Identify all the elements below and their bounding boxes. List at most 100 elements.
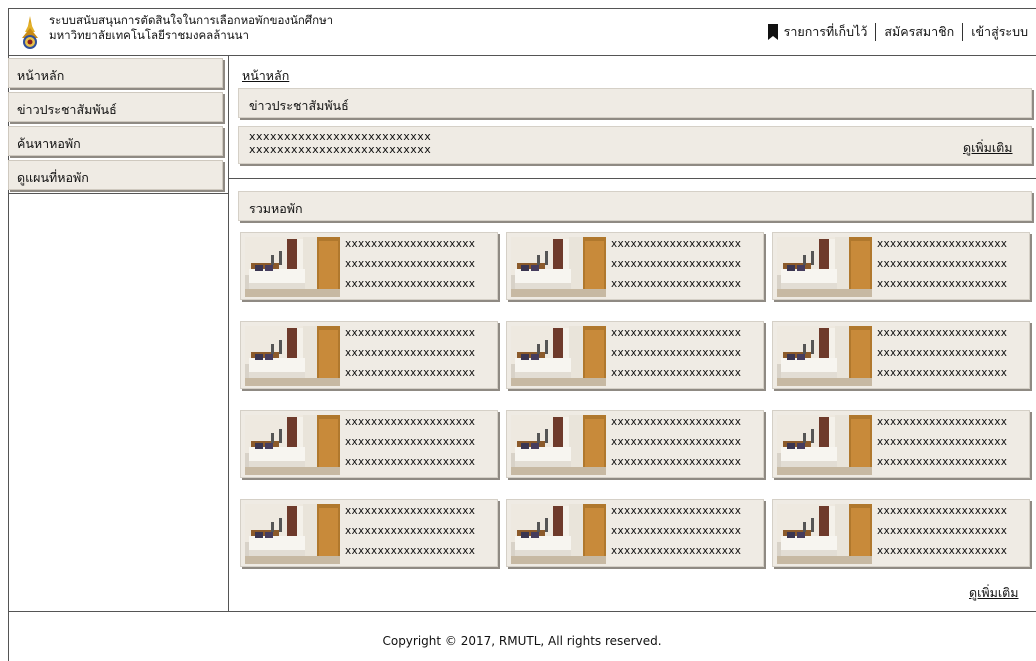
dorm-card-line: xxxxxxxxxxxxxxxxxxxx [611,545,742,557]
bedroom-photo-icon [245,415,340,475]
dorm-card-line: xxxxxxxxxxxxxxxxxxxx [877,545,1008,557]
sidebar-item-search[interactable]: ค้นหาหอพัก [8,126,223,156]
bedroom-photo-icon [511,326,606,386]
site-title: ระบบสนับสนุนการตัดสินใจในการเลือกหอพักขอ… [49,13,333,43]
dorm-card-line: xxxxxxxxxxxxxxxxxxxx [877,505,1008,517]
dorm-card-line: xxxxxxxxxxxxxxxxxxxx [345,505,476,517]
dorm-card[interactable]: xxxxxxxxxxxxxxxxxxxx xxxxxxxxxxxxxxxxxxx… [240,321,498,389]
dorm-card-line: xxxxxxxxxxxxxxxxxxxx [345,347,476,359]
bookmark-icon[interactable] [767,24,778,40]
sidebar-item-map[interactable]: ดูแผนที่หอพัก [8,160,223,190]
dorm-card-text: xxxxxxxxxxxxxxxxxxxx xxxxxxxxxxxxxxxxxxx… [877,237,1007,297]
dorm-card-line: xxxxxxxxxxxxxxxxxxxx [877,278,1008,290]
bedroom-photo-icon [511,237,606,297]
site-footer: Copyright © 2017, RMUTL, All rights rese… [8,611,1036,661]
dorm-card-line: xxxxxxxxxxxxxxxxxxxx [877,347,1008,359]
dorm-card[interactable]: xxxxxxxxxxxxxxxxxxxx xxxxxxxxxxxxxxxxxxx… [506,232,764,300]
dorm-card-line: xxxxxxxxxxxxxxxxxxxx [611,456,742,468]
site-title-line1: ระบบสนับสนุนการตัดสินใจในการเลือกหอพักขอ… [49,13,334,27]
dorm-card[interactable]: xxxxxxxxxxxxxxxxxxxx xxxxxxxxxxxxxxxxxxx… [506,321,764,389]
dorm-card-line: xxxxxxxxxxxxxxxxxxxx [877,416,1008,428]
dorms-more-link[interactable]: ดูเพิ่มเติม [969,583,1019,603]
sidebar-menu: หน้าหลัก ข่าวประชาสัมพันธ์ ค้นหาหอพัก ดู… [8,56,228,194]
dorm-card[interactable]: xxxxxxxxxxxxxxxxxxxx xxxxxxxxxxxxxxxxxxx… [240,499,498,567]
dorm-card-line: xxxxxxxxxxxxxxxxxxxx [345,367,476,379]
dorm-card-line: xxxxxxxxxxxxxxxxxxxx [611,367,742,379]
dorm-card-line: xxxxxxxxxxxxxxxxxxxx [611,278,742,290]
dorm-card-line: xxxxxxxxxxxxxxxxxxxx [877,456,1008,468]
dorm-card[interactable]: xxxxxxxxxxxxxxxxxxxx xxxxxxxxxxxxxxxxxxx… [772,499,1030,567]
nav-divider [962,23,964,41]
news-line: xxxxxxxxxxxxxxxxxxxxxxxxxx [249,143,432,156]
register-link[interactable]: สมัครสมาชิก [884,22,954,42]
dorm-card-line: xxxxxxxxxxxxxxxxxxxx [611,238,742,250]
dorm-card-line: xxxxxxxxxxxxxxxxxxxx [345,545,476,557]
bedroom-photo-icon [245,326,340,386]
dorm-card-line: xxxxxxxxxxxxxxxxxxxx [877,525,1008,537]
section-divider [229,178,1036,179]
bedroom-photo-icon [777,237,872,297]
dorm-card-text: xxxxxxxxxxxxxxxxxxxx xxxxxxxxxxxxxxxxxxx… [611,415,741,475]
dorm-card-text: xxxxxxxxxxxxxxxxxxxx xxxxxxxxxxxxxxxxxxx… [877,504,1007,564]
dorm-card-line: xxxxxxxxxxxxxxxxxxxx [611,327,742,339]
copyright-text: Copyright © 2017, RMUTL, All rights rese… [382,634,662,648]
dorm-card[interactable]: xxxxxxxxxxxxxxxxxxxx xxxxxxxxxxxxxxxxxxx… [772,410,1030,478]
dorm-card[interactable]: xxxxxxxxxxxxxxxxxxxx xxxxxxxxxxxxxxxxxxx… [506,499,764,567]
dorm-card-text: xxxxxxxxxxxxxxxxxxxx xxxxxxxxxxxxxxxxxxx… [345,504,475,564]
bedroom-photo-icon [511,415,606,475]
dorm-card-line: xxxxxxxxxxxxxxxxxxxx [345,456,476,468]
dorm-card-line: xxxxxxxxxxxxxxxxxxxx [877,367,1008,379]
dorm-card-line: xxxxxxxxxxxxxxxxxxxx [611,347,742,359]
dorm-card-text: xxxxxxxxxxxxxxxxxxxx xxxxxxxxxxxxxxxxxxx… [345,326,475,386]
main-content: หน้าหลัก ข่าวประชาสัมพันธ์ xxxxxxxxxxxxx… [229,56,1036,611]
site-title-line2: มหาวิทยาลัยเทคโนโลยีราชมงคลล้านนา [49,28,249,42]
dorm-card-line: xxxxxxxxxxxxxxxxxxxx [345,238,476,250]
nav-divider [875,23,877,41]
dorm-card-line: xxxxxxxxxxxxxxxxxxxx [345,258,476,270]
news-heading: ข่าวประชาสัมพันธ์ [238,88,1032,118]
dorm-card-text: xxxxxxxxxxxxxxxxxxxx xxxxxxxxxxxxxxxxxxx… [611,326,741,386]
dorm-card-text: xxxxxxxxxxxxxxxxxxxx xxxxxxxxxxxxxxxxxxx… [877,415,1007,475]
news-panel: xxxxxxxxxxxxxxxxxxxxxxxxxx xxxxxxxxxxxxx… [238,126,1032,164]
dorm-card[interactable]: xxxxxxxxxxxxxxxxxxxx xxxxxxxxxxxxxxxxxxx… [240,232,498,300]
dorm-card-line: xxxxxxxxxxxxxxxxxxxx [345,416,476,428]
bedroom-photo-icon [777,326,872,386]
top-nav: รายการที่เก็บไว้ สมัครสมาชิก เข้าสู่ระบบ [767,22,1028,42]
dorm-card-line: xxxxxxxxxxxxxxxxxxxx [877,436,1008,448]
sidebar: หน้าหลัก ข่าวประชาสัมพันธ์ ค้นหาหอพัก ดู… [8,56,229,611]
bedroom-photo-icon [777,504,872,564]
bedroom-photo-icon [777,415,872,475]
dorm-card-line: xxxxxxxxxxxxxxxxxxxx [345,327,476,339]
dorm-card[interactable]: xxxxxxxxxxxxxxxxxxxx xxxxxxxxxxxxxxxxxxx… [772,321,1030,389]
dorm-card-line: xxxxxxxxxxxxxxxxxxxx [611,525,742,537]
dorms-heading: รวมหอพัก [238,191,1032,221]
saved-items-link[interactable]: รายการที่เก็บไว้ [784,22,868,42]
news-line: xxxxxxxxxxxxxxxxxxxxxxxxxx [249,130,432,143]
dorm-card-text: xxxxxxxxxxxxxxxxxxxx xxxxxxxxxxxxxxxxxxx… [877,326,1007,386]
dorm-card-text: xxxxxxxxxxxxxxxxxxxx xxxxxxxxxxxxxxxxxxx… [611,504,741,564]
dorm-card-line: xxxxxxxxxxxxxxxxxxxx [345,278,476,290]
dorm-card[interactable]: xxxxxxxxxxxxxxxxxxxx xxxxxxxxxxxxxxxxxxx… [506,410,764,478]
dorm-card-line: xxxxxxxxxxxxxxxxxxxx [611,416,742,428]
site-header: ระบบสนับสนุนการตัดสินใจในการเลือกหอพักขอ… [8,8,1036,56]
dorm-card[interactable]: xxxxxxxxxxxxxxxxxxxx xxxxxxxxxxxxxxxxxxx… [772,232,1030,300]
dorm-card-line: xxxxxxxxxxxxxxxxxxxx [345,525,476,537]
dorm-card-text: xxxxxxxxxxxxxxxxxxxx xxxxxxxxxxxxxxxxxxx… [611,237,741,297]
sidebar-item-news[interactable]: ข่าวประชาสัมพันธ์ [8,92,223,122]
dorm-card-line: xxxxxxxxxxxxxxxxxxxx [345,436,476,448]
breadcrumb[interactable]: หน้าหลัก [242,66,289,86]
dorm-card[interactable]: xxxxxxxxxxxxxxxxxxxx xxxxxxxxxxxxxxxxxxx… [240,410,498,478]
bedroom-photo-icon [511,504,606,564]
dorm-card-line: xxxxxxxxxxxxxxxxxxxx [611,505,742,517]
university-seal-icon[interactable] [19,16,41,50]
dorm-card-line: xxxxxxxxxxxxxxxxxxxx [611,258,742,270]
dorm-card-line: xxxxxxxxxxxxxxxxxxxx [877,238,1008,250]
dorm-card-text: xxxxxxxxxxxxxxxxxxxx xxxxxxxxxxxxxxxxxxx… [345,237,475,297]
dorm-card-line: xxxxxxxxxxxxxxxxxxxx [611,436,742,448]
sidebar-item-home[interactable]: หน้าหลัก [8,58,223,88]
dorm-card-line: xxxxxxxxxxxxxxxxxxxx [877,258,1008,270]
dorm-card-line: xxxxxxxxxxxxxxxxxxxx [877,327,1008,339]
login-link[interactable]: เข้าสู่ระบบ [971,22,1028,42]
bedroom-photo-icon [245,237,340,297]
news-more-link[interactable]: ดูเพิ่มเติม [963,138,1013,158]
